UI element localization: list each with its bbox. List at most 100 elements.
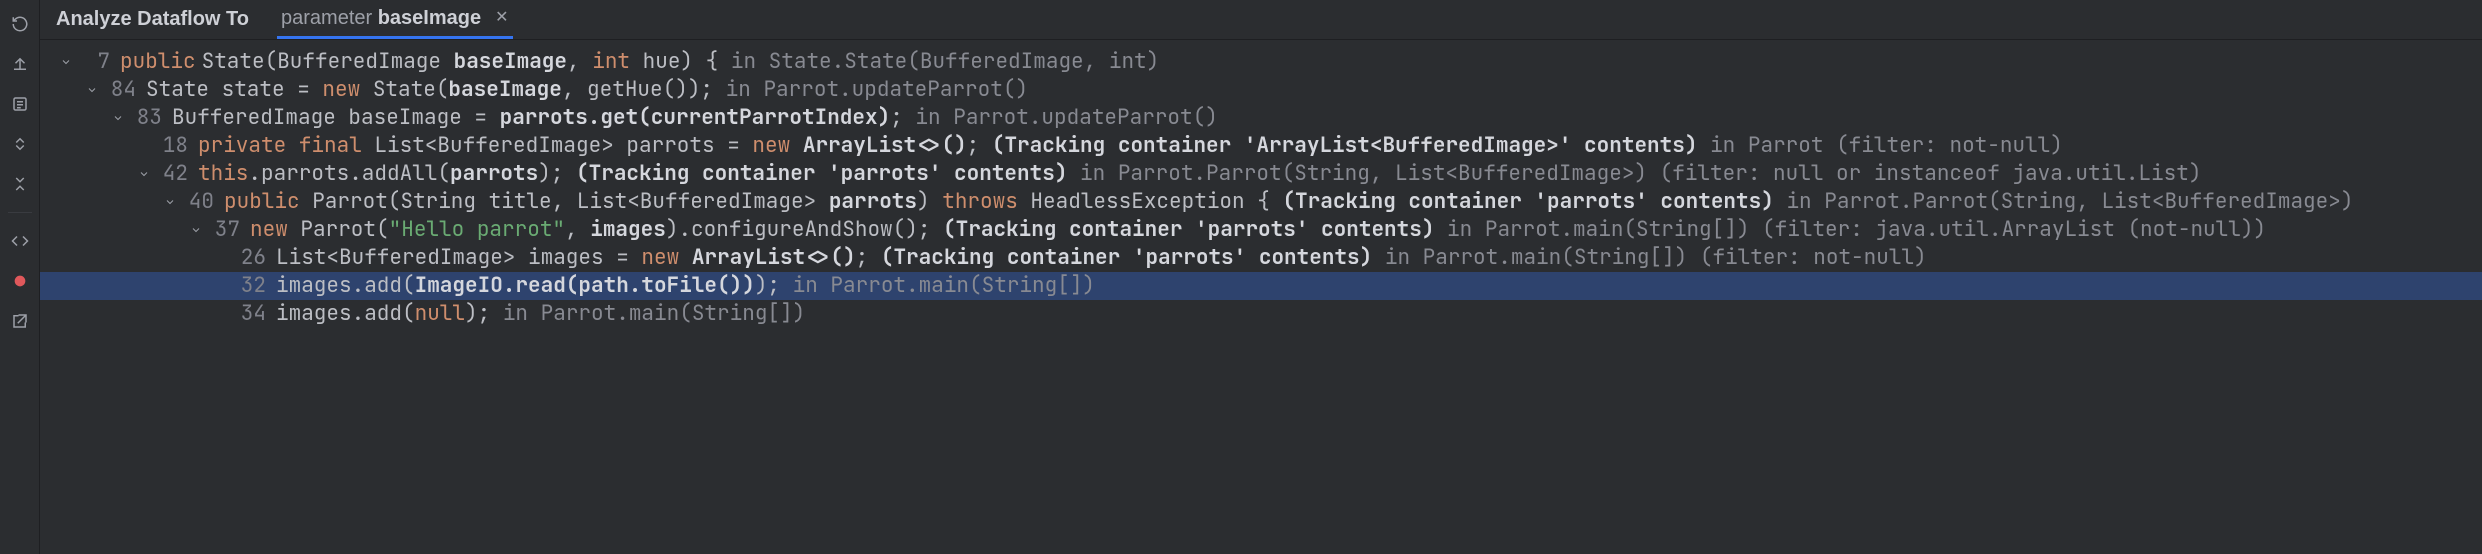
collapse-icon[interactable] [8, 172, 32, 196]
list-icon[interactable] [8, 92, 32, 116]
token: new [752, 132, 790, 159]
code-line: State state = new State(baseImage, getHu… [146, 76, 1028, 104]
arrow-up-icon[interactable] [8, 52, 32, 76]
token: ; [856, 244, 881, 271]
token: ; [890, 104, 915, 131]
token: (Tracking container 'parrots' contents) [943, 216, 1434, 243]
token: State state = [146, 76, 322, 103]
tree-row[interactable]: 42this.parrots.addAll(parrots); (Trackin… [40, 160, 2482, 188]
line-number: 40 [180, 188, 214, 216]
refresh-icon[interactable] [8, 12, 32, 36]
sidebar-divider [8, 212, 32, 213]
token: ImageIO.read(path.toFile()) [415, 272, 755, 299]
token: int [592, 48, 630, 75]
code-line: new Parrot("Hello parrot", images).confi… [250, 216, 2266, 244]
token: parrots.get(currentParrotIndex) [500, 104, 891, 131]
token: BufferedImage baseImage = [172, 104, 500, 131]
code-line: public Parrot(String title, List<Buffere… [224, 188, 2353, 216]
token: List<BufferedImage> parrots = [362, 132, 753, 159]
token: ); [465, 300, 503, 327]
token: new [641, 244, 679, 271]
token: in Parrot.main(String[]) [793, 272, 1095, 299]
token: (Tracking container 'parrots' contents) [576, 160, 1067, 187]
tab-parameter[interactable]: parameter baseImage ✕ [277, 0, 513, 39]
token: in Parrot.Parrot(String, List<BufferedIm… [1067, 160, 2201, 187]
token: in State.State(BufferedImage, int) [731, 48, 1159, 75]
export-icon[interactable] [8, 309, 32, 333]
tree-row[interactable]: 18 private final List<BufferedImage> parr… [40, 132, 2482, 160]
chevron-down-icon[interactable] [56, 56, 76, 68]
line-number: 32 [232, 272, 266, 300]
token: new [322, 76, 360, 103]
line-number: 18 [154, 132, 188, 160]
token: (Tracking container 'parrots' contents) [1282, 188, 1773, 215]
token: Parrot(String title, List<BufferedImage> [300, 188, 829, 215]
line-number: 7 [76, 48, 110, 76]
expand-icon[interactable] [8, 132, 32, 156]
main-area: Analyze Dataflow To parameter baseImage … [40, 0, 2482, 554]
token: ArrayList<>() [803, 132, 967, 159]
line-number: 42 [154, 160, 188, 188]
token: throws [942, 188, 1018, 215]
token: parrots [450, 160, 538, 187]
line-number: 37 [206, 216, 240, 244]
token: new [250, 216, 288, 243]
token: images [590, 216, 666, 243]
chevron-down-icon[interactable] [108, 112, 128, 124]
token: (Tracking container 'ArrayList<BufferedI… [992, 132, 1698, 159]
chevron-down-icon[interactable] [160, 196, 180, 208]
token: parrots [829, 188, 917, 215]
chevron-down-icon[interactable] [186, 224, 206, 236]
line-number: 83 [128, 104, 162, 132]
token: State(BufferedImage [202, 48, 454, 75]
token: ); [755, 272, 793, 299]
token: (Tracking container 'parrots' contents) [881, 244, 1372, 271]
dataflow-panel: Analyze Dataflow To parameter baseImage … [0, 0, 2482, 554]
token [790, 132, 803, 159]
token: "Hello parrot" [389, 216, 565, 243]
code-line: public State(BufferedImage baseImage, in… [120, 48, 1159, 76]
tree-row[interactable]: 32 images.add(ImageIO.read(path.toFile())… [40, 272, 2482, 300]
token: in Parrot.main(String[]) (filter: java.u… [1434, 216, 2266, 243]
tree-row[interactable]: 84 State state = new State(baseImage, get… [40, 76, 2482, 104]
token: public [120, 48, 196, 75]
panel-title: Analyze Dataflow To [56, 6, 249, 33]
line-number: 84 [102, 76, 136, 104]
token: in Parrot.main(String[]) [503, 300, 805, 327]
token: , getHue()); [562, 76, 726, 103]
sidebar [0, 0, 40, 554]
code-line: List<BufferedImage> images = new ArrayLi… [276, 244, 1927, 272]
tree-row[interactable]: 34 images.add(null); in Parrot.main(Strin… [40, 300, 2482, 328]
chevron-down-icon[interactable] [134, 168, 154, 180]
code-line: BufferedImage baseImage = parrots.get(cu… [172, 104, 1218, 132]
token: State( [360, 76, 448, 103]
tab-bar: Analyze Dataflow To parameter baseImage … [40, 0, 2482, 40]
token: in Parrot.Parrot(String, List<BufferedIm… [1774, 188, 2354, 215]
code-line: images.add(ImageIO.read(path.toFile()));… [276, 272, 1095, 300]
token: ); [538, 160, 576, 187]
token: null [415, 300, 465, 327]
token: .parrots.addAll( [248, 160, 450, 187]
tree-row[interactable]: 7 public State(BufferedImage baseImage, i… [40, 48, 2482, 76]
token: HeadlessException { [1018, 188, 1283, 215]
tree-row[interactable]: 83 BufferedImage baseImage = parrots.get(… [40, 104, 2482, 132]
token: in Parrot.main(String[]) (filter: not-nu… [1372, 244, 1926, 271]
code-line: private final List<BufferedImage> parrot… [198, 132, 2063, 160]
chevron-down-icon[interactable] [82, 84, 102, 96]
token: images.add( [276, 272, 415, 299]
tree-row[interactable]: 37 new Parrot("Hello parrot", images).con… [40, 216, 2482, 244]
code-line: images.add(null); in Parrot.main(String[… [276, 300, 805, 328]
tree-row[interactable]: 40 public Parrot(String title, List<Buffe… [40, 188, 2482, 216]
token: baseImage [454, 48, 567, 75]
breakpoint-icon[interactable] [8, 269, 32, 293]
token: ).configureAndShow(); [666, 216, 943, 243]
code-icon[interactable] [8, 229, 32, 253]
token: images.add( [276, 300, 415, 327]
token: ) [917, 188, 942, 215]
token: private final [198, 132, 362, 159]
token: in Parrot.updateParrot() [915, 104, 1217, 131]
line-number: 34 [232, 300, 266, 328]
token: hue) { [630, 48, 731, 75]
close-icon[interactable]: ✕ [495, 7, 508, 29]
tree-row[interactable]: 26List<BufferedImage> images = new Array… [40, 244, 2482, 272]
